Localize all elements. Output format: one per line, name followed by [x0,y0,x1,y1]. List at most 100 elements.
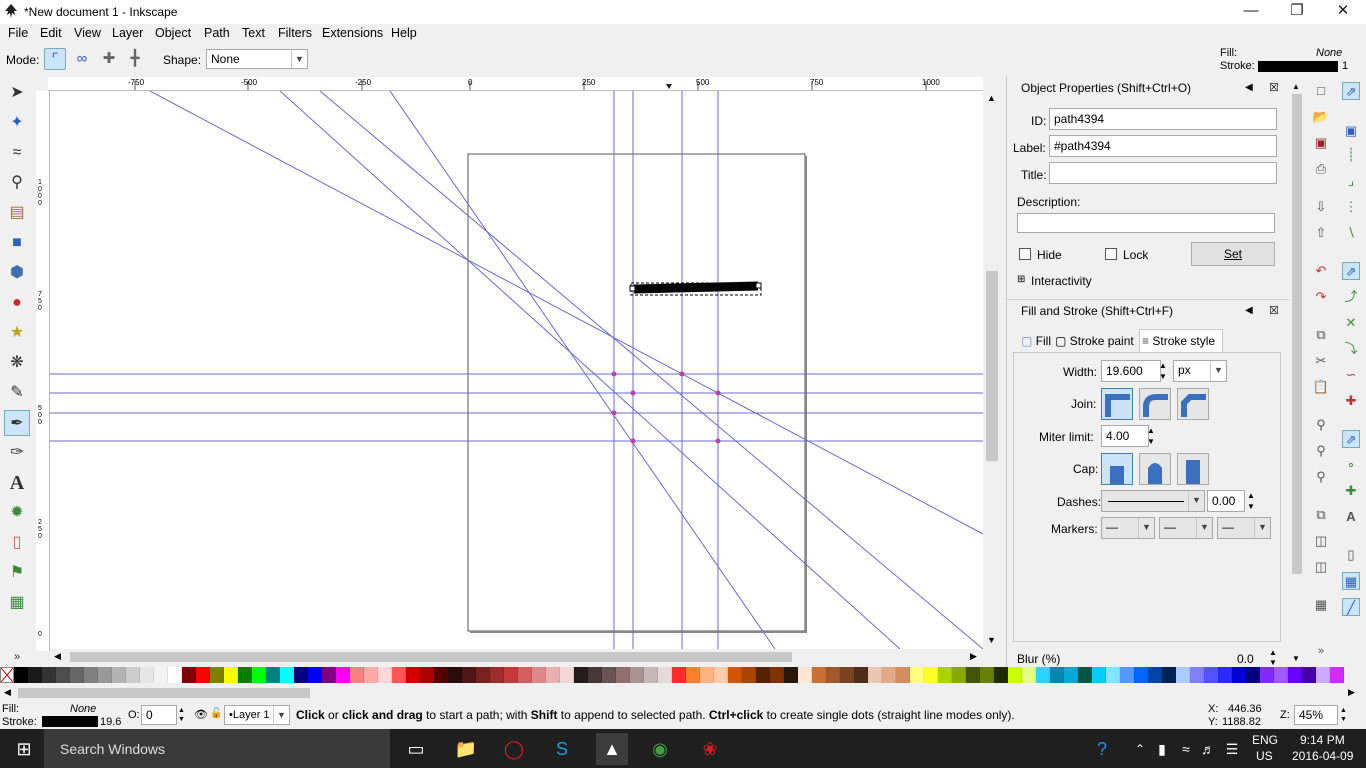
color-swatch[interactable] [896,667,910,683]
drawing-canvas[interactable] [50,91,983,649]
status-fill-value[interactable]: None [70,703,96,715]
scroll-right-icon[interactable]: ▶ [1348,687,1355,698]
color-swatch[interactable] [252,667,266,683]
color-swatch[interactable] [840,667,854,683]
color-swatch[interactable] [756,667,770,683]
color-swatch[interactable] [518,667,532,683]
color-swatch[interactable] [574,667,588,683]
collapse-icon[interactable]: ◀ [1245,77,1253,99]
color-swatch[interactable] [1316,667,1330,683]
spin-arrows-icon[interactable]: ▲ ▼ [1147,425,1155,447]
color-swatch[interactable] [28,667,42,683]
gradient-tool-icon[interactable]: ▦ [4,590,30,616]
color-swatch[interactable] [140,667,154,683]
color-swatch[interactable] [812,667,826,683]
close-window-button[interactable]: ✕ [1320,0,1366,24]
join-round-button[interactable] [1139,388,1171,420]
palette-scrollbar[interactable]: ◀ ▶ [0,686,1366,700]
color-swatch[interactable] [616,667,630,683]
color-swatch[interactable] [1064,667,1078,683]
fill-value[interactable]: None [1316,47,1342,59]
color-swatch[interactable] [952,667,966,683]
paint-bucket-tool-icon[interactable]: ⚑ [4,560,30,586]
color-swatch[interactable] [672,667,686,683]
color-swatch[interactable] [1134,667,1148,683]
calligraphy-tool-icon[interactable]: ✑ [4,440,30,466]
shape-select[interactable]: None ▼ [206,49,308,69]
color-swatch[interactable] [1218,667,1232,683]
copy-icon[interactable]: ⧉ [1312,326,1330,344]
start-marker-select[interactable]: — ▼ [1101,517,1155,539]
duplicate-icon[interactable]: ⧉ [1312,506,1330,524]
scroll-thumb[interactable] [1292,94,1302,574]
scroll-thumb[interactable] [18,688,310,698]
color-swatch[interactable] [798,667,812,683]
menu-filters[interactable]: Filters [278,26,312,40]
color-swatch[interactable] [910,667,924,683]
color-swatch[interactable] [182,667,196,683]
color-swatch[interactable] [644,667,658,683]
color-swatch[interactable] [154,667,168,683]
scroll-down-icon[interactable]: ▼ [1292,654,1300,663]
tweak-tool-icon[interactable]: ≈ [4,140,30,166]
more-commands-icon[interactable]: » [1312,642,1330,660]
color-swatch[interactable] [1246,667,1260,683]
color-swatch[interactable] [294,667,308,683]
tab-fill[interactable]: ▢ Fill [1015,330,1057,352]
zoom-spinbox[interactable]: 45% [1294,705,1338,725]
tab-stroke-paint[interactable]: ▢ Stroke paint [1055,330,1139,352]
color-swatch[interactable] [126,667,140,683]
unlink-clone-icon[interactable]: ◫ [1312,558,1330,576]
color-swatch[interactable] [1176,667,1190,683]
paraxial-mode-button[interactable]: ╋ [124,48,146,70]
pencil-tool-icon[interactable]: ✎ [4,380,30,406]
color-swatch[interactable] [1190,667,1204,683]
scroll-down-icon[interactable]: ▼ [987,635,996,645]
hide-checkbox[interactable] [1019,248,1031,260]
vertical-scrollbar[interactable]: ▲ ▼ [984,91,1000,649]
color-swatch[interactable] [1302,667,1316,683]
scroll-left-icon[interactable]: ◀ [54,651,61,662]
color-swatch[interactable] [770,667,784,683]
scroll-right-icon[interactable]: ▶ [970,651,977,662]
snap-text-baseline-icon[interactable]: A [1342,508,1360,526]
star-tool-icon[interactable]: ★ [4,320,30,346]
dock-scrollbar[interactable]: ▲ ▼ [1290,80,1304,666]
clock-date[interactable]: 2016-04-09 [1292,749,1353,763]
minimize-button[interactable]: — [1228,0,1274,24]
ellipse-tool-icon[interactable]: ● [4,290,30,316]
lock-checkbox[interactable] [1105,248,1117,260]
zoom-selection-icon[interactable]: ⚲ [1312,416,1330,434]
menu-view[interactable]: View [74,26,101,40]
color-swatch[interactable] [1078,667,1092,683]
color-swatch[interactable] [322,667,336,683]
clock-time[interactable]: 9:14 PM [1300,733,1345,747]
undo-icon[interactable]: ↶ [1312,262,1330,280]
color-swatch[interactable] [1148,667,1162,683]
color-swatch[interactable] [364,667,378,683]
interactivity-label[interactable]: Interactivity [1031,274,1092,288]
spiral-tool-icon[interactable]: ❋ [4,350,30,376]
bspline-mode-button[interactable]: ✚ [98,48,120,70]
color-swatch[interactable] [728,667,742,683]
menu-layer[interactable]: Layer [112,26,143,40]
snap-bbox-edge-icon[interactable]: ┊ [1342,146,1360,164]
color-swatch[interactable] [630,667,644,683]
color-swatch[interactable] [490,667,504,683]
color-swatch[interactable] [700,667,714,683]
zoom-page-icon[interactable]: ⚲ [1312,468,1330,486]
color-swatch[interactable] [560,667,574,683]
spiro-mode-button[interactable]: ∞ [71,48,93,70]
opacity-spinbox[interactable]: 0 [141,705,177,725]
menu-object[interactable]: Object [155,26,191,40]
opera-icon[interactable]: ◯ [498,733,530,765]
color-swatch[interactable] [868,667,882,683]
regular-bezier-mode-button[interactable]: ⌜ [44,48,66,70]
color-swatch[interactable] [238,667,252,683]
file-explorer-icon[interactable]: 📁 [450,733,482,765]
snap-smooth-icon[interactable]: ∽ [1342,366,1360,384]
color-swatch[interactable] [602,667,616,683]
snap-object-center-icon[interactable]: ∘ [1342,456,1360,474]
chrome-icon[interactable]: ◉ [644,733,676,765]
miter-limit-spinbox[interactable]: 4.00 [1101,425,1149,447]
